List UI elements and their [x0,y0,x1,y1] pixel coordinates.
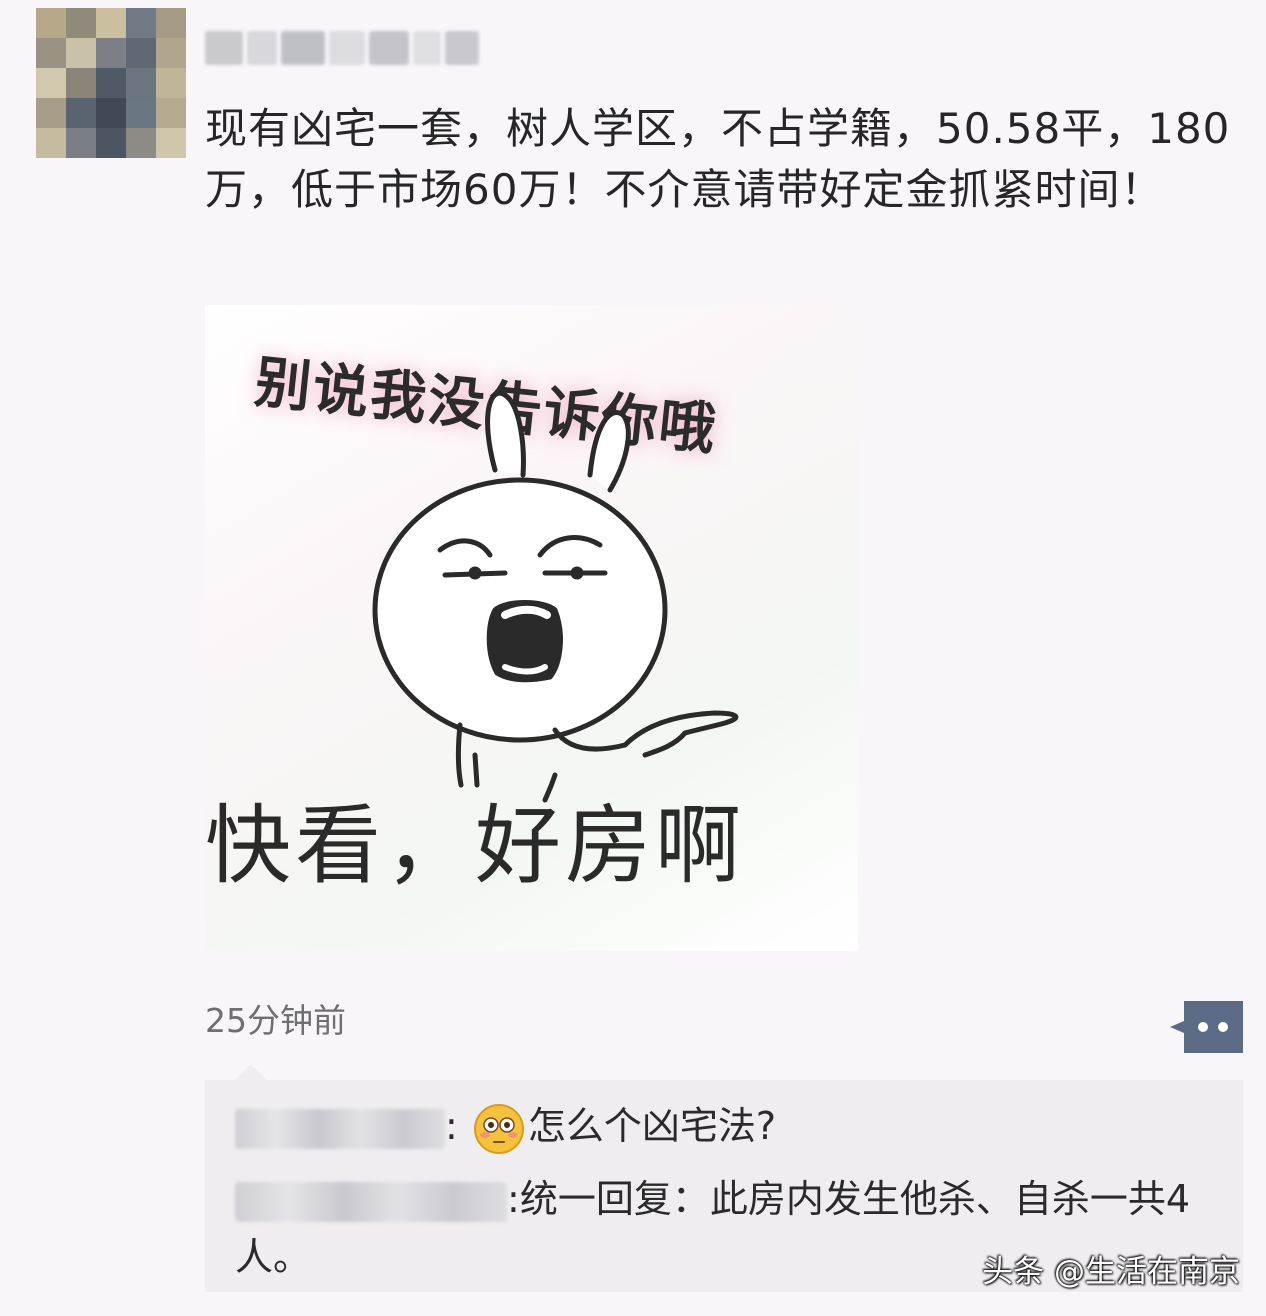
comment-button[interactable] [1170,1001,1243,1053]
author-avatar[interactable] [36,8,186,158]
comment-author[interactable]: ████ ██ [235,1181,507,1222]
watermark: 头条 @生活在南京 [982,1254,1240,1290]
meme-bottom-caption: 快看，好房啊 [205,796,745,896]
comment-text: 怎么个凶宅法? [527,1104,777,1148]
comment-item: ████ ███ : 怎么个凶宅法? [235,1096,776,1156]
author-name[interactable]: ████ ██ ███ [205,24,495,72]
flushed-face-emoji-icon [473,1103,524,1154]
post-text: 现有凶宅一套，树人学区，不占学籍，50.58平，180万，低于市场60万！不介意… [205,104,1231,214]
comment-separator: : [445,1104,458,1148]
comment-author[interactable]: ████ ███ [235,1108,445,1149]
comment-separator: : [507,1177,520,1221]
post-image[interactable]: 别说我没告诉你哦 快看，好房啊 [205,305,858,951]
post-timestamp: 25分钟前 [205,1001,346,1040]
comment-dots-icon [1170,1001,1243,1053]
